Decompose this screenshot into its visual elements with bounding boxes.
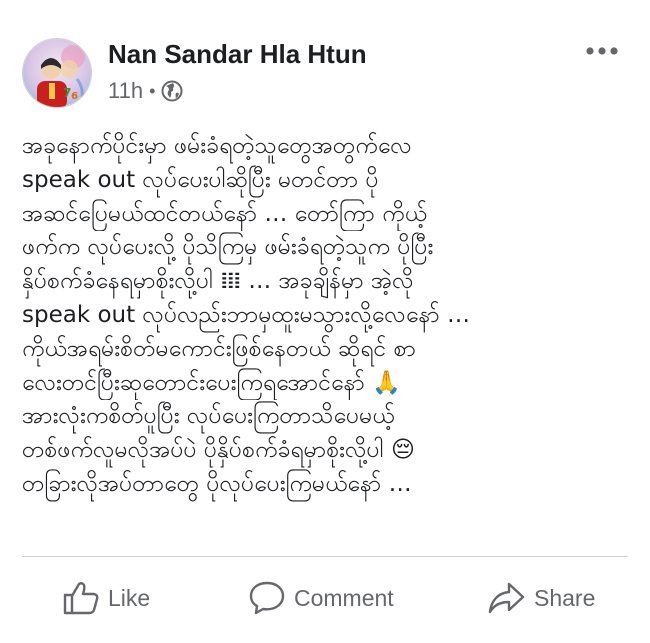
meta-separator: • <box>149 81 156 101</box>
post-text-line: speak out လုပ်ပေးပါဆိုပြီး မတင်တာ ပို <box>22 166 379 193</box>
actions-divider <box>22 556 628 557</box>
thumbs-up-icon <box>62 580 100 616</box>
more-horizontal-icon[interactable] <box>580 36 624 66</box>
like-label: Like <box>108 584 151 611</box>
svg-text:6: 6 <box>71 91 78 102</box>
post-text-line: ကိုယ်အရမ်းစိတ်မကောင်းဖြစ်နေတယ် ဆိုရင် စာ <box>22 335 416 362</box>
post-meta: 11h • <box>108 77 183 105</box>
comment-button[interactable]: Comment <box>248 572 394 624</box>
facebook-post: 7 6 Nan Sandar Hla Htun 11h • အခုနောက်ပိ… <box>0 0 650 643</box>
globe-icon[interactable] <box>161 80 183 102</box>
post-text-line: အခုနောက်ပိုင်းမှာ ဖမ်းခံရတဲ့သူတွေအတွက်လေ <box>22 133 412 159</box>
share-label: Share <box>534 584 596 611</box>
post-text-line: အားလုံးကစိတ်ပူပြီး လုပ်ပေးကြတာသိပေမယ့် <box>22 403 395 430</box>
post-text-line: အဆင်ပြေမယ်ထင်တယ်နော် … တော်ကြာ ကိုယ့် <box>22 200 427 227</box>
post-author-name[interactable]: Nan Sandar Hla Htun <box>108 38 367 70</box>
comment-icon <box>248 580 286 616</box>
share-arrow-icon <box>488 580 526 616</box>
comment-label: Comment <box>294 584 394 611</box>
post-timestamp[interactable]: 11h <box>108 77 143 105</box>
like-button[interactable]: Like <box>62 572 150 624</box>
profile-avatar-icon[interactable]: 7 6 <box>22 38 92 108</box>
post-body-text: အခုနောက်ပိုင်းမှာ ဖမ်းခံရတဲ့သူတွေအတွက်လေ… <box>22 130 630 502</box>
post-text-line: ဖက်က လုပ်ပေးလို့ ပိုသိကြမှ ဖမ်းခံရတဲ့သူက… <box>22 234 434 261</box>
post-text-line: တစ်ဖက်လူမလိုအပ်ပဲ ပိုနှိပ်စက်ခံရမှာစိုးလ… <box>22 437 415 464</box>
post-text-line: နှိပ်စက်ခံနေရမှာစိုးလို့ပါ 𝍖 … အခုချိန်မ… <box>22 268 414 295</box>
post-text-line: တခြားလိုအပ်တာတွေ ပိုလုပ်ပေးကြမယ်နော် … <box>22 470 412 497</box>
post-text-line: လေးတင်ပြီးဆုတောင်းပေးကြရအောင်နော် 🙏 <box>22 369 401 396</box>
post-actions-bar: Like Comment Share <box>0 572 650 624</box>
post-text-line: speak out လုပ်လည်းဘာမှထူးမသွားလို့လေနော်… <box>22 301 471 328</box>
share-button[interactable]: Share <box>488 572 595 624</box>
